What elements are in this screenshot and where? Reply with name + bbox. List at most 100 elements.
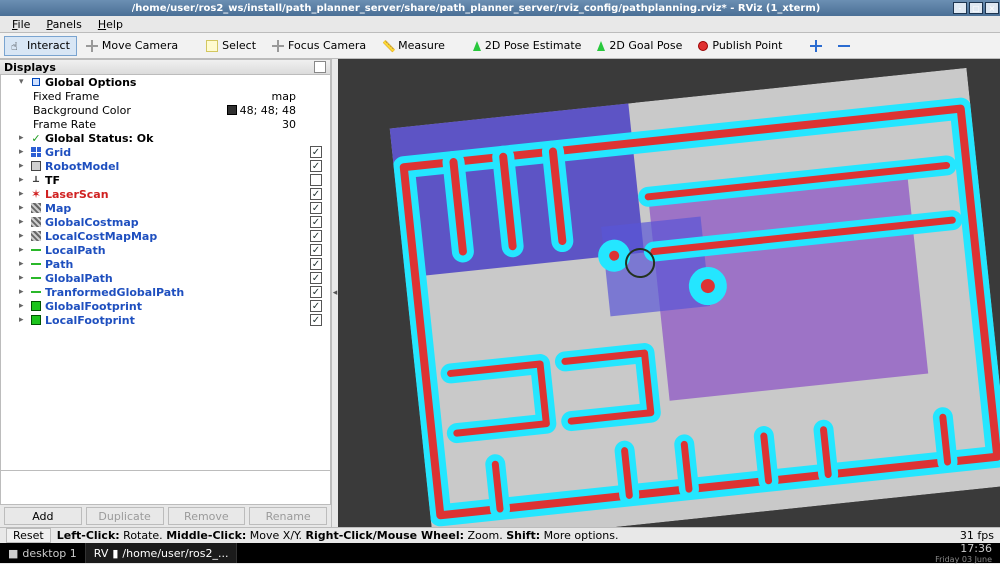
- displays-panel-dock-toggle[interactable]: [314, 61, 326, 73]
- tool-remove-unknown[interactable]: [831, 36, 857, 56]
- tree-frame-rate[interactable]: Frame Rate 30: [1, 117, 330, 131]
- tool-move-camera[interactable]: Move Camera: [79, 36, 185, 56]
- tree-background-color-value[interactable]: 48; 48; 48: [227, 104, 296, 117]
- displays-description-area: [0, 471, 331, 505]
- tree-item-robot[interactable]: ▸RobotModel✓: [1, 159, 330, 173]
- tree-item-tf-checkbox[interactable]: [310, 174, 322, 186]
- focus-camera-icon: [272, 40, 284, 52]
- tool-move-camera-label: Move Camera: [102, 39, 178, 52]
- tree-global-status[interactable]: ▸ ✓ Global Status: Ok: [1, 131, 330, 145]
- taskbar-window-entry[interactable]: RV▮ /home/user/ros2_...: [86, 543, 238, 563]
- statusbar-hint: Left-Click: Rotate. Middle-Click: Move X…: [57, 529, 619, 542]
- duplicate-display-button[interactable]: Duplicate: [86, 507, 164, 525]
- gcost-icon: [31, 217, 41, 227]
- menu-help[interactable]: Help: [90, 17, 131, 32]
- tree-item-lfp[interactable]: ▸LocalFootprint✓: [1, 313, 330, 327]
- tree-item-laser-checkbox[interactable]: ✓: [310, 188, 322, 200]
- taskbar-workspace[interactable]: ■ desktop 1: [0, 543, 86, 563]
- tool-focus-camera[interactable]: Focus Camera: [265, 36, 373, 56]
- tree-item-path-checkbox[interactable]: ✓: [310, 258, 322, 270]
- tree-item-gcost-checkbox[interactable]: ✓: [310, 216, 322, 228]
- gfp-icon: [31, 301, 41, 311]
- tool-publish-point[interactable]: Publish Point: [691, 36, 789, 56]
- remove-display-button[interactable]: Remove: [168, 507, 246, 525]
- displays-buttons: Add Duplicate Remove Rename: [0, 505, 331, 527]
- tree-item-gpath[interactable]: ▸GlobalPath✓: [1, 271, 330, 285]
- taskbar-clock: 17:36 Friday 03 June: [927, 542, 1000, 564]
- tree-item-path[interactable]: ▸Path✓: [1, 257, 330, 271]
- displays-tree[interactable]: ▾ Global Options Fixed Frame map Backgro…: [0, 75, 331, 471]
- tree-item-grid[interactable]: ▸Grid✓: [1, 145, 330, 159]
- tool-2d-pose-estimate[interactable]: 2D Pose Estimate: [466, 36, 589, 56]
- tgpath-icon: [31, 287, 41, 297]
- lpath-icon: [31, 245, 41, 255]
- tool-publish-point-label: Publish Point: [712, 39, 782, 52]
- tree-fixed-frame-value[interactable]: map: [272, 90, 296, 103]
- measure-icon: 📏: [382, 40, 394, 52]
- window-title: /home/user/ros2_ws/install/path_planner_…: [132, 3, 821, 14]
- tool-select[interactable]: Select: [199, 36, 263, 56]
- tree-global-options[interactable]: ▾ Global Options: [1, 75, 330, 89]
- tree-item-map-checkbox[interactable]: ✓: [310, 202, 322, 214]
- add-display-button[interactable]: Add: [4, 507, 82, 525]
- displays-panel-header[interactable]: Displays: [0, 59, 331, 75]
- displays-panel-title: Displays: [4, 61, 56, 74]
- viewport-3d[interactable]: [338, 59, 1000, 527]
- window-close-button[interactable]: ×: [985, 2, 999, 14]
- tree-item-lfp-label: LocalFootprint: [45, 314, 135, 327]
- tree-item-lcost-checkbox[interactable]: ✓: [310, 230, 322, 242]
- window-titlebar: /home/user/ros2_ws/install/path_planner_…: [0, 0, 1000, 16]
- select-icon: [206, 40, 218, 52]
- tree-item-lcost-label: LocalCostMapMap: [45, 230, 157, 243]
- menu-panels[interactable]: Panels: [38, 17, 89, 32]
- lcost-icon: [31, 231, 41, 241]
- reset-button[interactable]: Reset: [6, 528, 51, 543]
- rename-display-button[interactable]: Rename: [249, 507, 327, 525]
- tf-icon: ⟂: [33, 175, 39, 185]
- map-icon: [31, 203, 41, 213]
- tree-item-tgpath-checkbox[interactable]: ✓: [310, 286, 322, 298]
- tool-2d-goal-pose[interactable]: 2D Goal Pose: [590, 36, 689, 56]
- displays-panel: Displays ▾ Global Options Fixed Frame ma…: [0, 59, 332, 527]
- tree-item-tf-label: TF: [45, 174, 60, 187]
- minus-icon: [838, 40, 850, 52]
- tree-background-color[interactable]: Background Color 48; 48; 48: [1, 103, 330, 117]
- tree-item-lcost[interactable]: ▸LocalCostMapMap✓: [1, 229, 330, 243]
- costmap-visualization: [390, 68, 1000, 527]
- tree-frame-rate-value[interactable]: 30: [282, 118, 296, 131]
- tool-measure[interactable]: 📏 Measure: [375, 36, 452, 56]
- tool-focus-camera-label: Focus Camera: [288, 39, 366, 52]
- tool-interact-label: Interact: [27, 39, 70, 52]
- statusbar-fps: 31 fps: [960, 529, 994, 542]
- tree-item-robot-checkbox[interactable]: ✓: [310, 160, 322, 172]
- tool-add-unknown[interactable]: [803, 36, 829, 56]
- os-taskbar: ■ desktop 1 RV▮ /home/user/ros2_... 17:3…: [0, 543, 1000, 563]
- tree-item-tgpath[interactable]: ▸TranformedGlobalPath✓: [1, 285, 330, 299]
- tree-item-robot-label: RobotModel: [45, 160, 119, 173]
- tree-item-tf[interactable]: ▸⟂TF: [1, 173, 330, 187]
- tree-item-lpath[interactable]: ▸LocalPath✓: [1, 243, 330, 257]
- tree-item-gcost[interactable]: ▸GlobalCostmap✓: [1, 215, 330, 229]
- statusbar: Reset Left-Click: Rotate. Middle-Click: …: [0, 527, 1000, 543]
- tool-interact[interactable]: ☝ Interact: [4, 36, 77, 56]
- plus-icon: [810, 40, 822, 52]
- tree-item-laser-label: LaserScan: [45, 188, 109, 201]
- tree-fixed-frame[interactable]: Fixed Frame map: [1, 89, 330, 103]
- menu-file[interactable]: File: [4, 17, 38, 32]
- window-maximize-button[interactable]: ▢: [969, 2, 983, 14]
- tree-item-gfp[interactable]: ▸GlobalFootprint✓: [1, 299, 330, 313]
- tree-item-grid-checkbox[interactable]: ✓: [310, 146, 322, 158]
- publish-point-icon: [698, 41, 708, 51]
- tree-item-path-label: Path: [45, 258, 73, 271]
- pose-estimate-icon: [473, 41, 481, 51]
- tree-item-lpath-checkbox[interactable]: ✓: [310, 244, 322, 256]
- tree-item-laser[interactable]: ▸✶LaserScan✓: [1, 187, 330, 201]
- tree-item-gfp-checkbox[interactable]: ✓: [310, 300, 322, 312]
- tree-global-options-label: Global Options: [45, 76, 136, 89]
- tree-item-map[interactable]: ▸Map✓: [1, 201, 330, 215]
- tree-item-lfp-checkbox[interactable]: ✓: [310, 314, 322, 326]
- tree-item-gpath-checkbox[interactable]: ✓: [310, 272, 322, 284]
- goal-pose-icon: [597, 41, 605, 51]
- window-minimize-button[interactable]: ‐: [953, 2, 967, 14]
- options-icon: [32, 78, 40, 86]
